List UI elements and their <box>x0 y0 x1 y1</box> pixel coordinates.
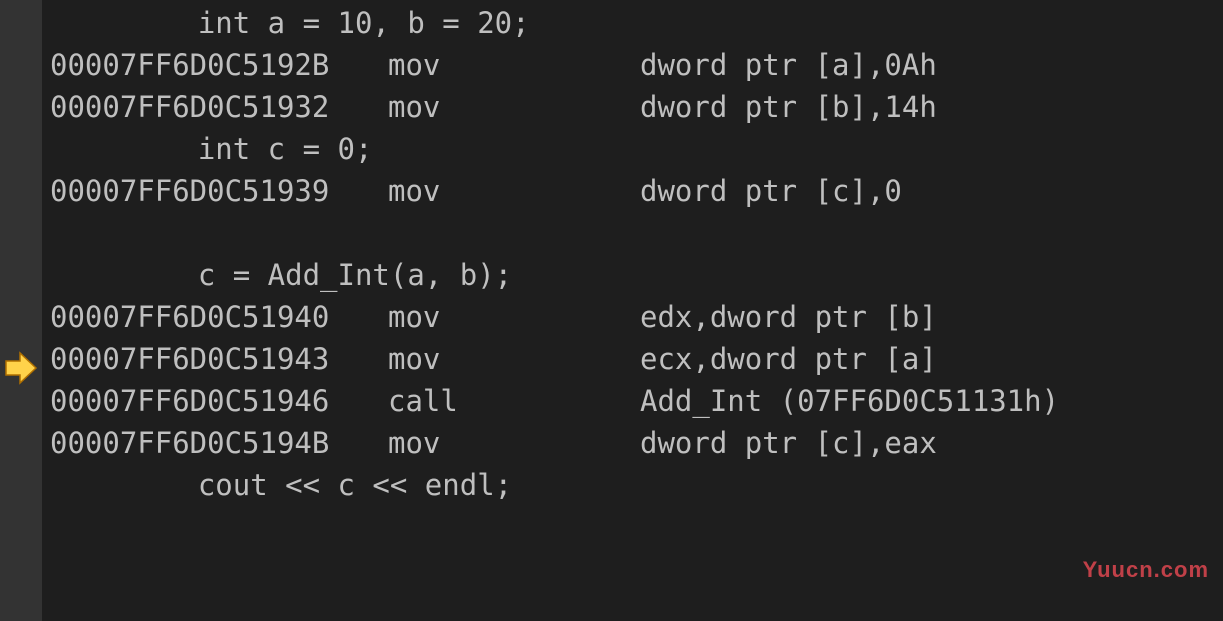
source-line: int a = 10, b = 20; <box>42 2 1223 44</box>
watermark: Yuucn.com <box>1083 557 1209 583</box>
asm-line: 00007FF6D0C5194Bmovdword ptr [c],eax <box>42 422 1223 464</box>
asm-line: 00007FF6D0C5192Bmovdword ptr [a],0Ah <box>42 44 1223 86</box>
asm-line: 00007FF6D0C51946callAdd_Int (07FF6D0C511… <box>42 380 1223 422</box>
asm-line: 00007FF6D0C51932movdword ptr [b],14h <box>42 86 1223 128</box>
blank-line <box>42 212 1223 254</box>
asm-line: 00007FF6D0C51940movedx,dword ptr [b] <box>42 296 1223 338</box>
asm-line: 00007FF6D0C51939movdword ptr [c],0 <box>42 170 1223 212</box>
source-line: int c = 0; <box>42 128 1223 170</box>
disassembly-view[interactable]: int a = 10, b = 20; 00007FF6D0C5192Bmovd… <box>42 0 1223 621</box>
gutter <box>0 0 42 621</box>
source-line: cout << c << endl; <box>42 464 1223 506</box>
asm-line: 00007FF6D0C51943movecx,dword ptr [a] <box>42 338 1223 380</box>
execution-pointer-arrow-icon <box>4 351 38 385</box>
source-line: c = Add_Int(a, b); <box>42 254 1223 296</box>
